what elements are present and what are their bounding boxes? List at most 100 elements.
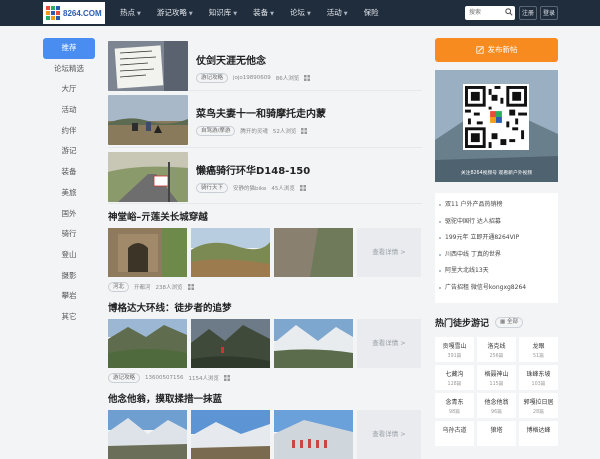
gallery-image[interactable] [191, 228, 270, 277]
view-details-button[interactable]: 查看详情 > [357, 319, 421, 368]
sidebar-item-hall[interactable]: 大厅 [43, 79, 95, 100]
promo-link[interactable]: 驱驼中国行 达人招募 [435, 214, 558, 231]
article-title[interactable]: 仗剑天涯无他念 [196, 52, 310, 67]
sidebar-item-photography[interactable]: 摄影 [43, 266, 95, 287]
sidebar-item-cycling[interactable]: 骑行 [43, 224, 95, 245]
nav-item-travelogue[interactable]: 游记攻略 ▼ [149, 0, 201, 26]
feed-article[interactable]: 菜鸟夫妻十一和骑摩托走内蒙 自驾游/摩游 腾开的灵魂 52人浏览 [108, 91, 422, 148]
gallery-title[interactable]: 他念他翁，摸取揉措一抹蓝 [108, 391, 422, 405]
hot-route-card[interactable]: 念青东 98篇 [435, 392, 474, 418]
hot-route-card[interactable]: 洛克线 256篇 [477, 336, 516, 362]
sidebar-item-other[interactable]: 其它 [43, 307, 95, 328]
gallery-image[interactable] [274, 410, 353, 459]
promo-link[interactable]: 川西中线 丁真的世界 [435, 247, 558, 264]
sidebar-item-travelogue[interactable]: 游记 [43, 141, 95, 162]
sidebar-item-scenic[interactable]: 美旅 [43, 183, 95, 204]
gallery-title[interactable]: 博格达大环线：徒步者的追梦 [108, 300, 422, 314]
chevron-down-icon: ▼ [270, 11, 274, 17]
register-button[interactable]: 注册 [519, 6, 537, 20]
logo-mark-icon [46, 6, 60, 20]
gallery-image[interactable] [191, 410, 270, 459]
gallery-image[interactable] [274, 228, 353, 277]
sidebar-item-companion[interactable]: 约伴 [43, 121, 95, 142]
gallery-image[interactable] [108, 410, 187, 459]
sidebar-item-events[interactable]: 活动 [43, 100, 95, 121]
promo-link[interactable]: 广告招租 微信号kongxg8264 [435, 280, 558, 297]
hot-all-button[interactable]: ▦ 全部 [495, 316, 523, 328]
article-thumbnail[interactable] [108, 152, 188, 202]
promo-links: 双11 户外产品热销榜 驱驼中国行 达人招募 199元年 立即开通8264VIP… [435, 193, 558, 303]
nav-item-knowledge[interactable]: 知识库 ▼ [201, 0, 245, 26]
gallery-tag[interactable]: 游记攻略 [108, 373, 141, 383]
nav-item-events[interactable]: 活动 ▼ [319, 0, 356, 26]
article-title[interactable]: 懒癌骑行环华D148-150 [196, 162, 310, 177]
gallery-author[interactable]: 开都河 [134, 283, 151, 291]
gallery-title[interactable]: 神堂峪–亓莲关长城穿越 [108, 209, 422, 223]
promo-link[interactable]: 199元年 立即开通8264VIP [435, 230, 558, 247]
promo-link[interactable]: 阿里大北线13天 [435, 263, 558, 280]
article-tag[interactable]: 自驾游/摩游 [196, 126, 236, 136]
hot-route-card[interactable]: 贡嘎雪山 391篇 [435, 336, 474, 362]
hot-route-card[interactable]: 博格达峰 [519, 420, 558, 446]
article-tag[interactable]: 骑行天下 [196, 183, 229, 193]
search-icon[interactable] [505, 8, 513, 16]
grid-icon: ▦ [500, 318, 506, 325]
hot-route-card[interactable]: 郭嘎拉日居 28篇 [519, 392, 558, 418]
gallery-tag[interactable]: 河北 [108, 282, 130, 292]
sidebar-item-forum-picks[interactable]: 论坛精选 [43, 59, 95, 80]
sidebar-item-mountaineering[interactable]: 登山 [43, 245, 95, 266]
hot-route-card[interactable]: 珠峰东坡 103篇 [519, 364, 558, 390]
nav-item-forum[interactable]: 论坛 ▼ [282, 0, 319, 26]
logo-text: 8264.COM [63, 8, 102, 18]
grid-icon [304, 75, 311, 81]
hot-route-card[interactable]: 狼塔 [477, 420, 516, 446]
view-details-button[interactable]: 查看详情 > [357, 228, 421, 277]
nav-item-gear[interactable]: 装备 ▼ [245, 0, 282, 26]
hot-route-card[interactable]: 乌孙古道 [435, 420, 474, 446]
article-author[interactable]: jojo19890609 [233, 75, 271, 81]
gallery-image[interactable] [191, 319, 270, 368]
chevron-down-icon: ▼ [188, 11, 193, 17]
top-nav-bar: 8264.COM 热点▼ 游记攻略▼ 知识库▼ 装备▼ 论坛▼ 活动▼ 保险 注… [0, 0, 600, 26]
chevron-down-icon: ▼ [137, 11, 141, 17]
main-nav: 热点 ▼ 游记攻略 ▼ 知识库 ▼ 装备 ▼ 论坛 ▼ 活动 ▼ 保险 [112, 0, 387, 26]
hot-route-card[interactable]: 他念他翁 96篇 [477, 392, 516, 418]
sidebar-item-gear[interactable]: 装备 [43, 162, 95, 183]
gallery-image[interactable] [108, 319, 187, 368]
sidebar-item-climbing[interactable]: 攀岩 [43, 286, 95, 307]
article-author[interactable]: 安静的猫bike [233, 184, 266, 192]
gallery-image[interactable] [108, 228, 187, 277]
hot-route-card[interactable]: 格聂神山 115篇 [477, 364, 516, 390]
gallery-image[interactable] [274, 319, 353, 368]
gallery-views: 1154人浏览 [188, 376, 220, 382]
new-post-button[interactable]: 发布新帖 [435, 38, 558, 62]
article-thumbnail[interactable] [108, 95, 188, 145]
nav-item-insurance[interactable]: 保险 [356, 0, 387, 26]
sidebar-item-recommend[interactable]: 推荐 [43, 38, 95, 59]
grid-icon [224, 375, 231, 381]
gallery-author[interactable]: 13600507156 [145, 375, 184, 381]
chevron-down-icon: ▼ [343, 11, 348, 17]
sidebar-item-abroad[interactable]: 国外 [43, 204, 95, 225]
nav-item-hot[interactable]: 热点 ▼ [112, 0, 149, 26]
grid-icon [187, 284, 194, 290]
login-button[interactable]: 登录 [540, 6, 558, 20]
chevron-down-icon: ▼ [233, 11, 238, 17]
article-author[interactable]: 腾开的灵魂 [240, 127, 268, 135]
gallery-post: 博格达大环线：徒步者的追梦 查看详情 > 游记攻略 13600507156 11… [108, 300, 422, 383]
feed-article[interactable]: 懒癌骑行环华D148-150 骑行天下 安静的猫bike 45人浏览 [108, 148, 422, 204]
article-tag[interactable]: 游记攻略 [196, 73, 229, 83]
site-logo[interactable]: 8264.COM [43, 2, 105, 24]
article-title[interactable]: 菜鸟夫妻十一和骑摩托走内蒙 [196, 105, 326, 120]
hot-route-card[interactable]: 七藏沟 128篇 [435, 364, 474, 390]
gallery-views: 238人浏览 [155, 285, 183, 291]
hot-route-card[interactable]: 龙眼 51篇 [519, 336, 558, 362]
grid-icon [299, 185, 306, 191]
feed-article[interactable]: 仗剑天涯无他念 游记攻略 jojo19890609 86人浏览 [108, 38, 422, 91]
article-thumbnail[interactable] [108, 41, 188, 91]
hot-section-title: 热门徒步游记 [435, 318, 490, 329]
promo-link[interactable]: 双11 户外产品热销榜 [435, 197, 558, 214]
gallery-post: 他念他翁，摸取揉措一抹蓝 查看详情 > [108, 391, 422, 459]
view-details-button[interactable]: 查看详情 > [357, 410, 421, 459]
qr-promo-banner[interactable]: 关注8264视频号 观看新户外视频 [435, 70, 558, 182]
